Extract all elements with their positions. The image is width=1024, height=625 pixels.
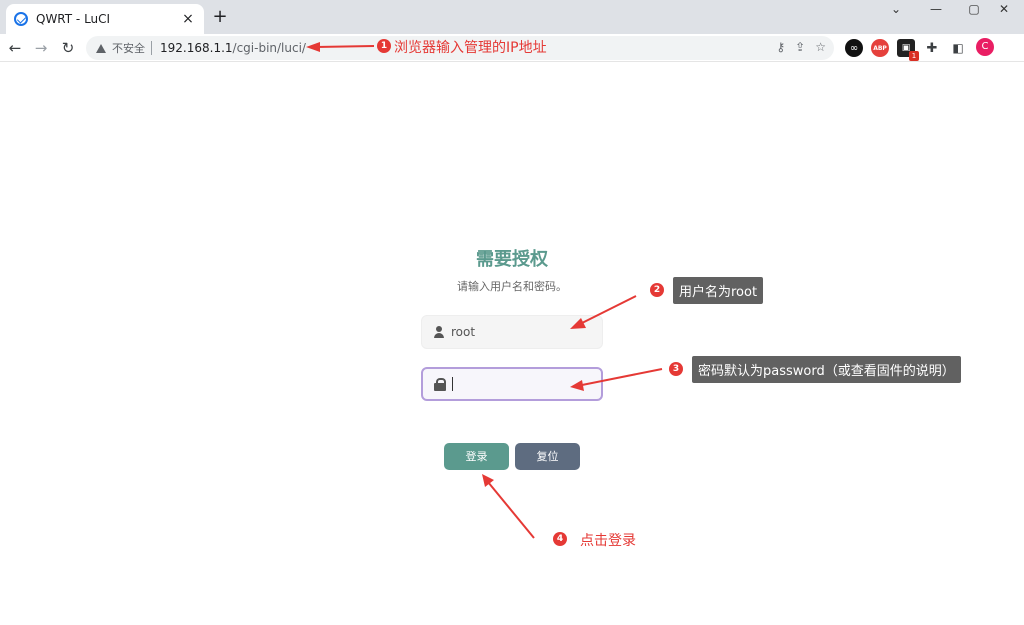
user-icon [433,326,445,338]
extension-icon[interactable]: ▣ 1 [897,39,919,61]
warning-icon [96,43,106,53]
step2-number: 2 [650,283,664,297]
username-input[interactable]: root [421,315,603,349]
reload-icon[interactable]: ↻ [57,37,79,59]
profile-avatar[interactable]: C [976,38,994,56]
arrowhead-step4 [482,474,494,487]
url-host: 192.168.1.1 [160,41,233,55]
share-icon[interactable]: ⇪ [795,40,805,54]
tab-title: QWRT - LuCI [36,12,111,26]
bookmark-star-icon[interactable]: ☆ [815,40,826,54]
url-text[interactable]: 192.168.1.1/cgi-bin/luci/ [160,41,306,55]
tab-search-icon[interactable]: ⌄ [876,0,916,20]
annotation-arrows [306,42,663,539]
back-arrow-icon[interactable]: ← [4,37,26,59]
minimize-button[interactable]: — [916,0,956,20]
step3-text: 密码默认为password（或查看固件的说明） [692,356,961,383]
arrow-step4 [487,481,535,539]
url-path: /cgi-bin/luci/ [232,41,306,55]
extension-badge: 1 [909,51,919,61]
infinity-extension-icon[interactable]: ∞ [845,39,863,57]
browser-tab[interactable]: QWRT - LuCI × [6,4,204,34]
step4-text: 点击登录 [580,533,636,549]
username-value: root [451,325,476,339]
page-title: 需要授权 [476,249,548,270]
step1-text: 浏览器输入管理的IP地址 [394,40,547,56]
lock-icon [434,378,446,391]
adblock-extension-icon[interactable]: ABP [871,39,889,57]
tab-bar: QWRT - LuCI × + ⌄ — ▢ ✕ [0,0,1024,34]
forward-arrow-icon[interactable]: → [30,37,52,59]
new-tab-button[interactable]: + [210,7,230,27]
step3-number: 3 [669,362,683,376]
login-button[interactable]: 登录 [444,443,509,470]
extensions-puzzle-icon[interactable]: ✚ [923,39,941,57]
reset-button[interactable]: 复位 [515,443,580,470]
insecure-label: 不安全 [112,42,145,55]
step4-number: 4 [553,532,567,546]
password-input[interactable] [421,367,603,401]
text-cursor [452,377,453,391]
step2-text: 用户名为root [673,277,764,304]
key-icon[interactable]: ⚷ [776,40,785,54]
close-window-button[interactable]: ✕ [984,0,1024,20]
step1-number: 1 [377,39,391,53]
tab-close-icon[interactable]: × [180,11,196,27]
luci-favicon-icon [14,12,28,26]
address-separator [151,41,152,55]
side-panel-icon[interactable]: ◧ [949,39,967,57]
page-subtitle: 请输入用户名和密码。 [457,280,567,293]
